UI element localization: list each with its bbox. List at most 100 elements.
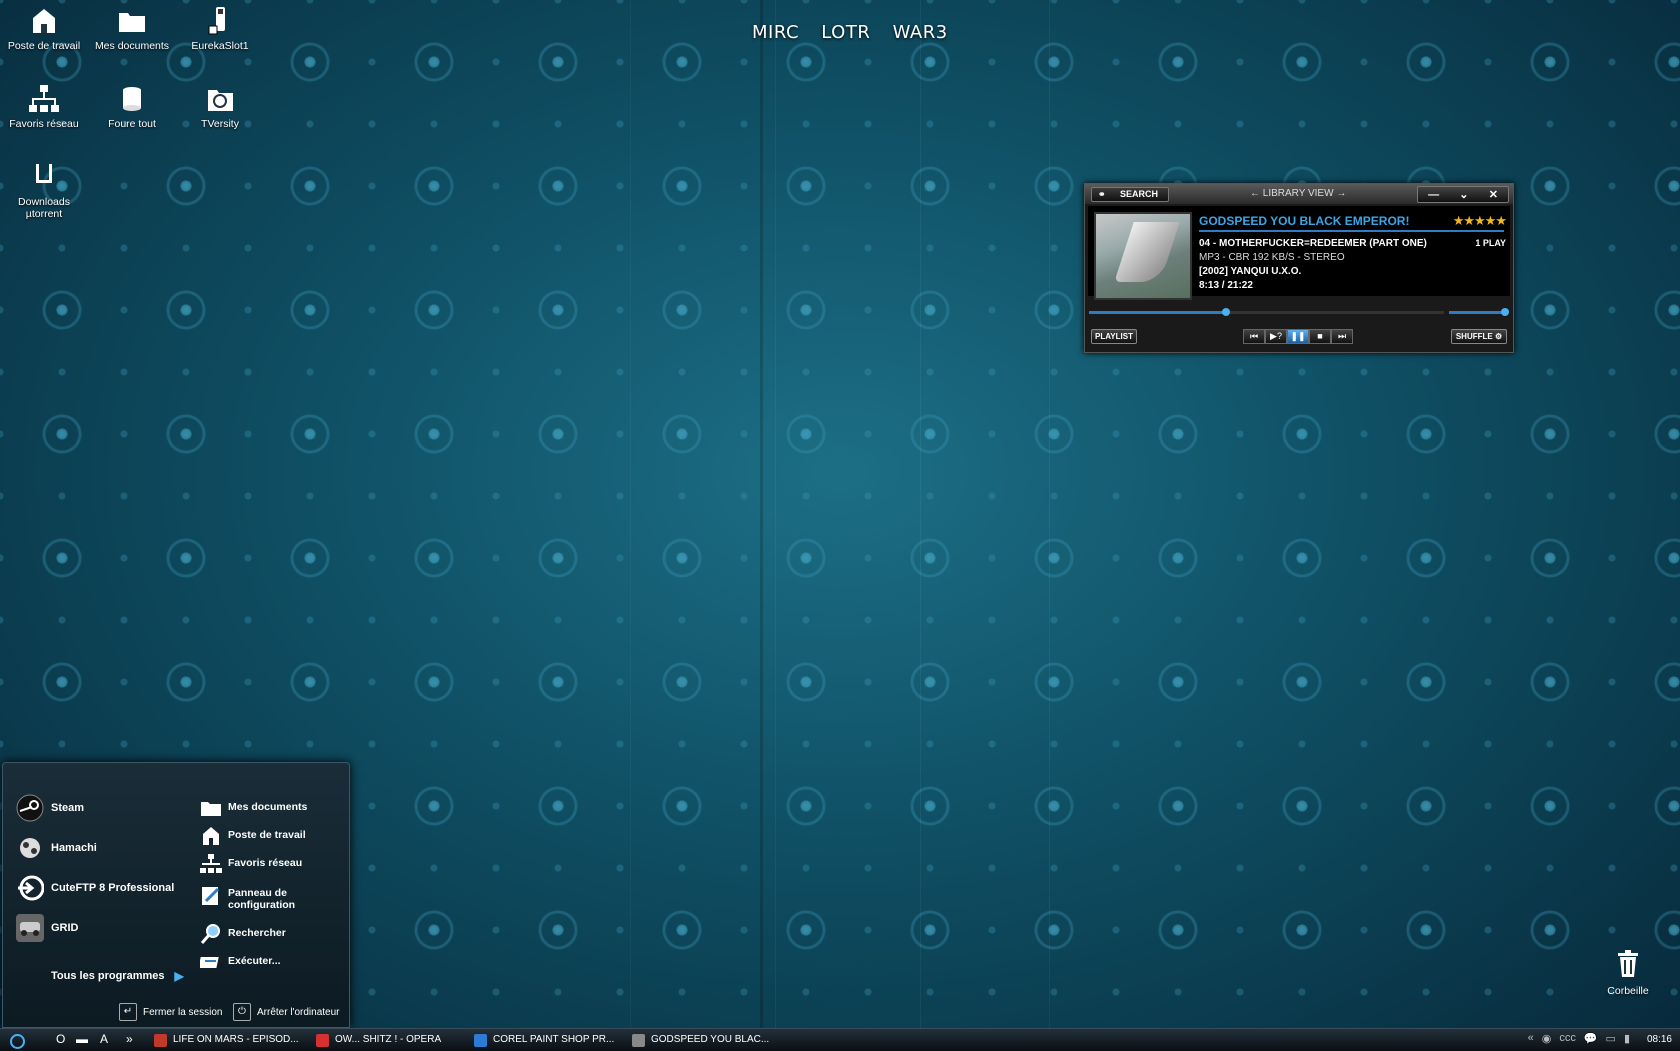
steam-icon: [15, 793, 45, 823]
pause-button[interactable]: ❚❚: [1287, 329, 1309, 344]
trash-icon: [1616, 950, 1640, 981]
start-menu-item-cuteftp[interactable]: CuteFTP 8 Professional: [15, 873, 174, 903]
stop-icon: ■: [1317, 331, 1323, 341]
computer-icon: [29, 6, 59, 36]
quicklaunch-more-icon[interactable]: »: [126, 1032, 133, 1046]
volume-slider-handle[interactable]: [1501, 308, 1509, 316]
shutdown-label: Arrêter l'ordinateur: [257, 1006, 340, 1018]
start-menu-item-label: GRID: [51, 922, 79, 934]
top-menu-mirc[interactable]: MIRC: [752, 22, 799, 43]
close-icon[interactable]: ✕: [1489, 188, 1498, 201]
album-art: [1094, 212, 1192, 300]
seek-bar-handle[interactable]: [1221, 308, 1230, 316]
taskbar-task[interactable]: COREL PAINT SHOP PR...: [474, 1029, 614, 1051]
taskbar-clock[interactable]: 08:16: [1647, 1029, 1672, 1051]
start-menu-right-poste-de-travail[interactable]: Poste de travail: [200, 825, 306, 847]
taskbar-task-label: COREL PAINT SHOP PR...: [493, 1034, 615, 1045]
start-menu-right-label: Rechercher: [228, 927, 286, 939]
desktop-icon-mes-documents[interactable]: Mes documents: [88, 6, 176, 52]
tray-volume-icon[interactable]: ▮: [1624, 1032, 1630, 1045]
tray-text[interactable]: ccc: [1559, 1032, 1576, 1045]
desktop-icon-favoris-reseau[interactable]: Favoris réseau: [0, 84, 88, 130]
network-icon: [29, 84, 59, 114]
tray-expand-icon[interactable]: «: [1528, 1032, 1534, 1045]
system-tray: « ◉ ccc 💬 ▭ ▮: [1528, 1032, 1630, 1045]
desktop-icon-eurekaslot1[interactable]: EurekaSlot1: [176, 6, 264, 52]
prev-button[interactable]: ⏮: [1243, 329, 1265, 344]
start-menu-right-mes-documents[interactable]: Mes documents: [200, 797, 307, 819]
desktop-icon-label: TVersity: [201, 118, 239, 130]
tray-antivirus-icon[interactable]: ◉: [1542, 1032, 1552, 1045]
seek-bar[interactable]: [1089, 308, 1444, 316]
shuffle-button[interactable]: SHUFFLE ⚙: [1451, 329, 1507, 344]
volume-slider[interactable]: [1449, 308, 1509, 316]
pause-icon: ❚❚: [1290, 331, 1306, 341]
all-programs-button[interactable]: Tous les programmes ▶: [51, 969, 184, 983]
chevron-down-icon[interactable]: ⌄: [1459, 188, 1468, 201]
next-button[interactable]: ⏭: [1331, 329, 1353, 344]
folder-icon: [200, 797, 222, 819]
chevron-right-icon: ▶: [174, 969, 184, 983]
start-menu-right-label: Favoris réseau: [228, 857, 303, 869]
rating-stars[interactable]: ★★★★★: [1453, 213, 1507, 229]
start-menu-right-rechercher[interactable]: Rechercher: [200, 923, 286, 945]
playlist-button[interactable]: PLAYLIST: [1091, 329, 1137, 344]
media-player-window: ⚭ SEARCH ← LIBRARY VIEW → — ⌄ ✕ GODSPEED…: [1084, 183, 1514, 353]
top-menu-lotr[interactable]: LOTR: [821, 22, 870, 43]
player-search-button[interactable]: ⚭ SEARCH: [1091, 187, 1169, 202]
top-menu-war3[interactable]: WAR3: [893, 22, 948, 43]
start-menu-right-label: Exécuter...: [228, 955, 281, 967]
player-titlebar[interactable]: ⚭ SEARCH ← LIBRARY VIEW → — ⌄ ✕: [1085, 184, 1513, 204]
start-menu-item-steam[interactable]: Steam: [15, 793, 84, 823]
folder-icon: [117, 6, 147, 36]
desktop-icon-label: Favoris réseau: [9, 118, 79, 130]
next-icon: ⏭: [1337, 331, 1347, 341]
artist-underline: [1199, 230, 1504, 232]
shuffle-label: SHUFFLE: [1455, 332, 1493, 341]
taskbar: O ▬ A » LIFE ON MARS - EPISOD... OW... S…: [0, 1028, 1680, 1051]
prev-icon: ⏮: [1249, 331, 1259, 341]
player-window-buttons: — ⌄ ✕: [1417, 186, 1509, 203]
desktop-icon-tversity[interactable]: TVersity: [176, 84, 264, 130]
start-menu-right-panneau-de-configuration[interactable]: Panneau de configuration: [200, 885, 320, 911]
taskbar-task[interactable]: LIFE ON MARS - EPISOD...: [154, 1029, 299, 1051]
tray-network-icon[interactable]: ▭: [1606, 1032, 1616, 1045]
start-menu-item-label: Hamachi: [51, 842, 97, 854]
quicklaunch-folder-icon[interactable]: ▬: [76, 1032, 88, 1046]
start-menu-item-hamachi[interactable]: Hamachi: [15, 833, 97, 863]
desktop-icon-poste-de-travail[interactable]: Poste de travail: [0, 6, 88, 52]
start-menu-right-favoris-reseau[interactable]: Favoris réseau: [200, 853, 302, 875]
desktop-icon-corbeille[interactable]: Corbeille: [1590, 950, 1666, 997]
start-menu-item-label: CuteFTP 8 Professional: [51, 882, 175, 894]
start-menu-item-grid[interactable]: GRID: [15, 913, 79, 943]
start-menu-item-label: Steam: [51, 802, 85, 814]
track-title: 04 - MOTHERFUCKER=REDEEMER (PART ONE): [1199, 238, 1427, 249]
desktop-icon-foure-tout[interactable]: Foure tout: [88, 84, 176, 130]
play-count: 1 PLAY: [1475, 238, 1506, 248]
shutdown-button[interactable]: ⏻ Arrêter l'ordinateur: [233, 1003, 340, 1021]
start-menu: Steam Hamachi CuteFTP 8 Professional GRI…: [2, 762, 350, 1028]
track-format: MP3 - CBR 192 KB/S - STEREO: [1199, 252, 1345, 263]
start-button[interactable]: [10, 1034, 25, 1049]
library-view-toggle[interactable]: ← LIBRARY VIEW →: [1250, 188, 1346, 199]
desktop-icon-label: EurekaSlot1: [191, 40, 249, 52]
start-menu-right-executer[interactable]: Exécuter...: [198, 951, 281, 973]
seek-bar-fill: [1089, 311, 1226, 314]
stop-button[interactable]: ■: [1309, 329, 1331, 344]
tray-chat-icon[interactable]: 💬: [1584, 1032, 1598, 1045]
desktop-icon-label: Corbeille: [1607, 985, 1649, 997]
taskbar-task[interactable]: GODSPEED YOU BLAC...: [632, 1029, 769, 1051]
search-icon: [200, 923, 222, 945]
taskbar-task[interactable]: OW... SHITZ ! - OPERA: [316, 1029, 441, 1051]
desktop-icon-downloads-utorrent[interactable]: Downloads µtorrent: [0, 162, 88, 220]
taskbar-task-label: GODSPEED YOU BLAC...: [651, 1034, 770, 1045]
random-play-button[interactable]: ▶?: [1265, 329, 1287, 344]
quicklaunch-app-icon[interactable]: A: [100, 1032, 108, 1046]
media-player-icon: [632, 1033, 645, 1047]
logoff-icon: ↵: [119, 1003, 137, 1021]
quicklaunch-opera-icon[interactable]: O: [56, 1032, 65, 1046]
random-play-icon: ▶?: [1270, 331, 1282, 341]
now-playing-panel: GODSPEED YOU BLACK EMPEROR! ★★★★★ 1 PLAY…: [1088, 206, 1510, 300]
minimize-icon[interactable]: —: [1428, 189, 1439, 201]
logoff-button[interactable]: ↵ Fermer la session: [119, 1003, 222, 1021]
